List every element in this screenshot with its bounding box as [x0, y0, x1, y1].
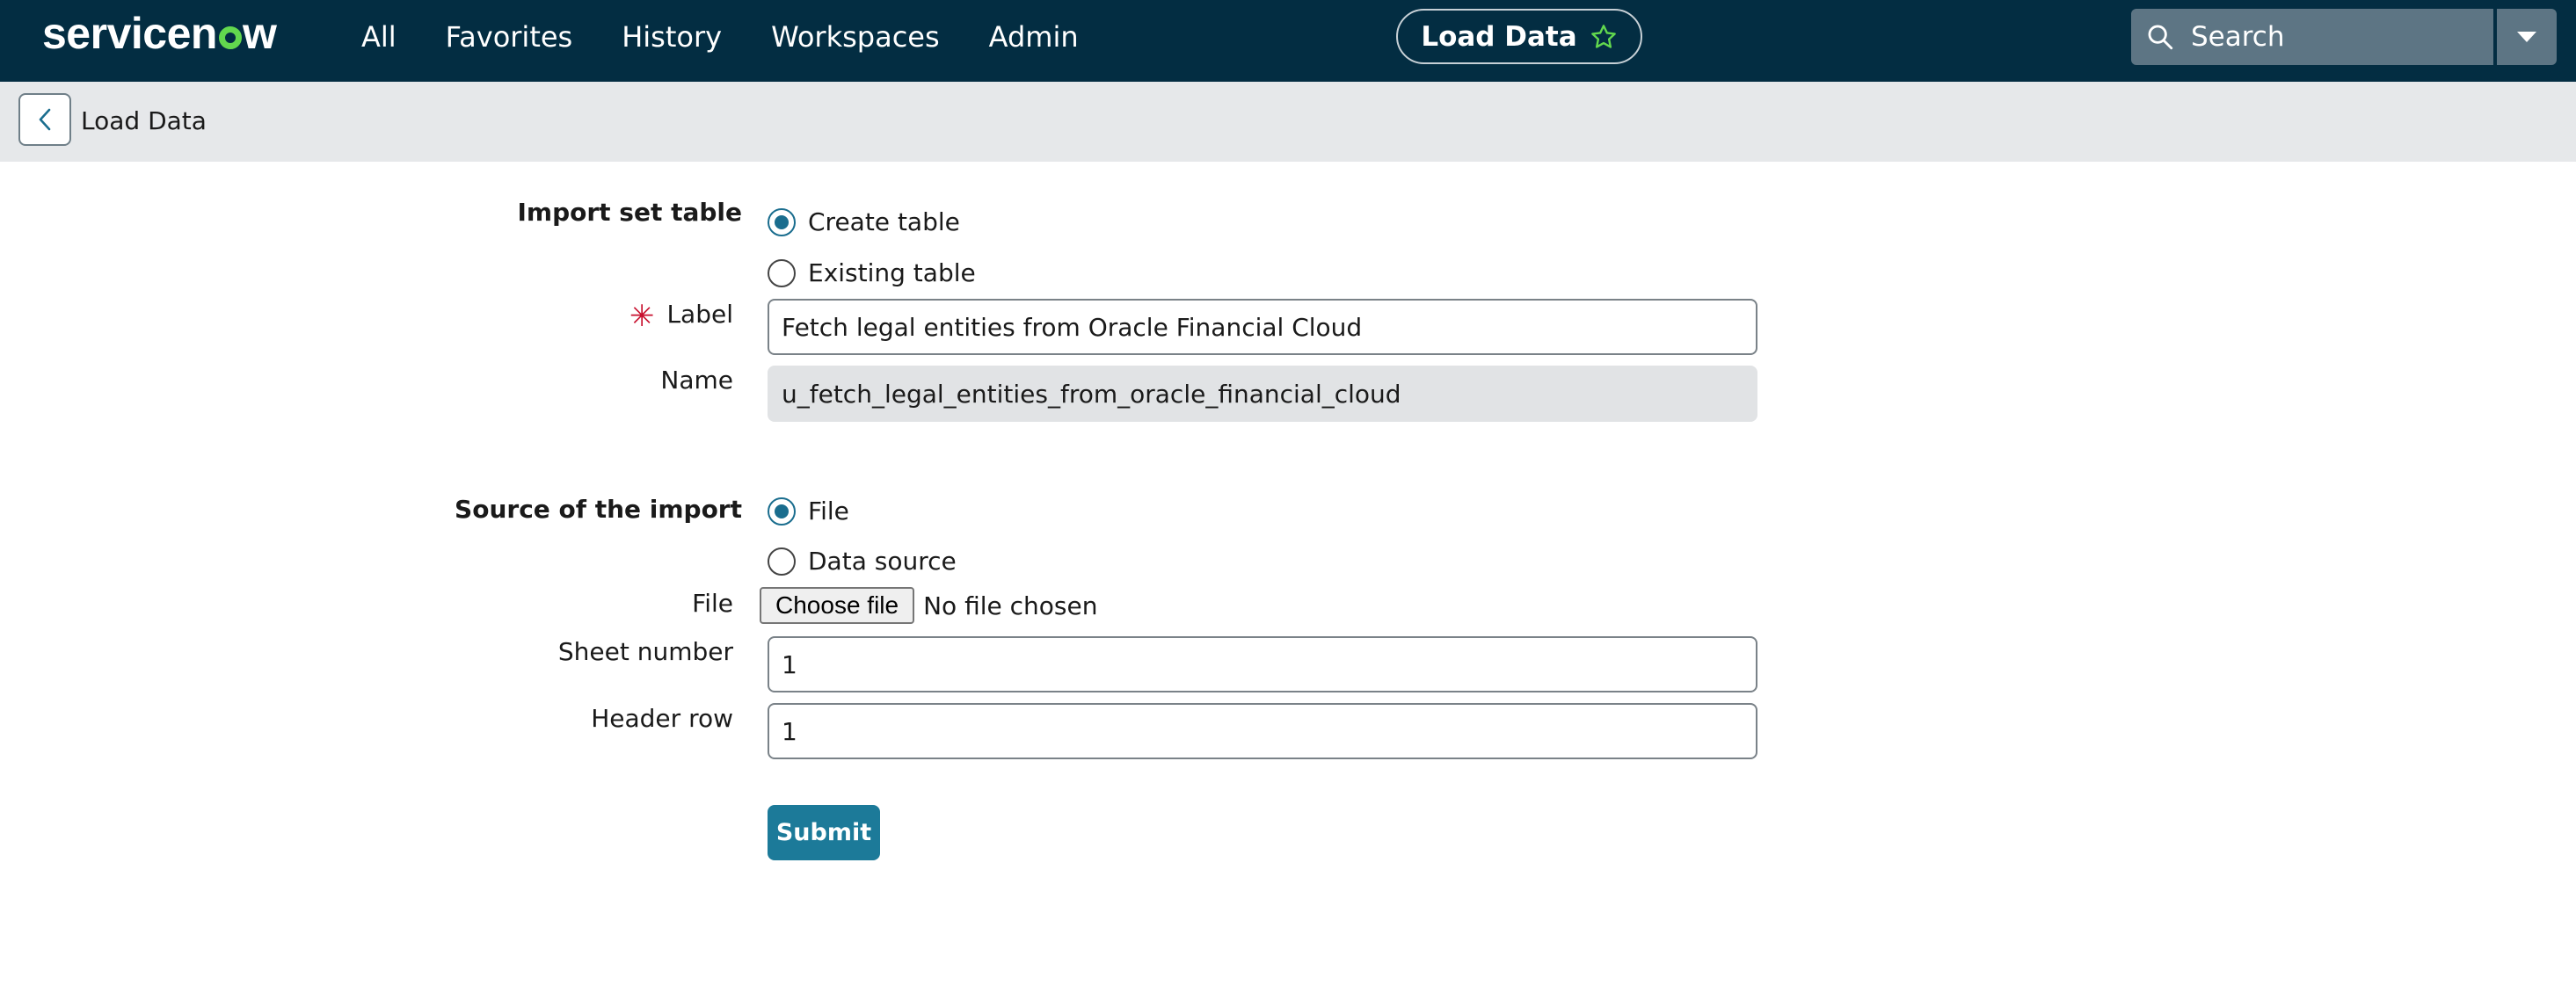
main-nav: All Favorites History Workspaces Admin: [361, 0, 1128, 74]
file-picker: Choose file No file chosen: [760, 587, 1097, 624]
nav-workspaces[interactable]: Workspaces: [771, 20, 940, 54]
context-title-pill[interactable]: Load Data: [1396, 9, 1642, 64]
radio-button-selected[interactable]: [768, 207, 796, 236]
radio-create-table[interactable]: Create table: [768, 207, 960, 236]
search-icon: [2148, 25, 2173, 50]
radio-button-selected[interactable]: [768, 497, 796, 526]
header-row-label: Header row: [591, 704, 733, 733]
choose-file-button[interactable]: Choose file: [760, 587, 915, 624]
name-input: [768, 366, 1757, 422]
page-title: Load Data: [81, 106, 207, 135]
nav-all[interactable]: All: [361, 20, 397, 54]
radio-data-source-label: Data source: [808, 547, 957, 576]
logo-o-ring: [218, 26, 242, 49]
nav-history[interactable]: History: [622, 20, 722, 54]
servicenow-logo[interactable]: servicen w: [42, 7, 277, 60]
radio-file[interactable]: File: [768, 497, 849, 526]
search-scope-dropdown[interactable]: [2497, 9, 2557, 65]
radio-data-source[interactable]: Data source: [768, 547, 957, 576]
name-field-label: Name: [660, 366, 733, 395]
sheet-number-input[interactable]: [768, 636, 1757, 692]
back-button[interactable]: [18, 93, 71, 146]
chevron-left-icon: [39, 108, 51, 131]
submit-button[interactable]: Submit: [768, 805, 880, 860]
radio-button-unselected[interactable]: [768, 547, 796, 576]
import-set-table-label: Import set table: [517, 198, 742, 227]
top-navigation-bar: servicen w All Favorites History Workspac…: [0, 0, 2576, 82]
radio-create-table-label: Create table: [808, 207, 960, 236]
radio-button-unselected[interactable]: [768, 258, 796, 287]
required-asterisk-icon: ✳: [629, 299, 655, 334]
nav-favorites[interactable]: Favorites: [446, 20, 573, 54]
radio-file-label: File: [808, 497, 849, 526]
page-subheader: Load Data: [0, 82, 2576, 162]
source-of-import-label: Source of the import: [455, 495, 742, 524]
star-icon[interactable]: [1590, 23, 1618, 51]
context-title: Load Data: [1421, 20, 1577, 53]
radio-existing-table-label: Existing table: [808, 258, 976, 287]
caret-down-icon: [2517, 32, 2536, 42]
search-input[interactable]: [2189, 20, 2474, 54]
header-row-input[interactable]: [768, 703, 1757, 759]
file-status-text: No file chosen: [923, 591, 1098, 620]
sheet-number-label: Sheet number: [557, 637, 733, 666]
radio-existing-table[interactable]: Existing table: [768, 258, 976, 287]
label-input[interactable]: [768, 299, 1757, 355]
label-field-label: ✳ Label: [629, 299, 733, 334]
global-search: [2131, 9, 2493, 65]
file-field-label: File: [692, 589, 733, 618]
nav-admin[interactable]: Admin: [989, 20, 1079, 54]
